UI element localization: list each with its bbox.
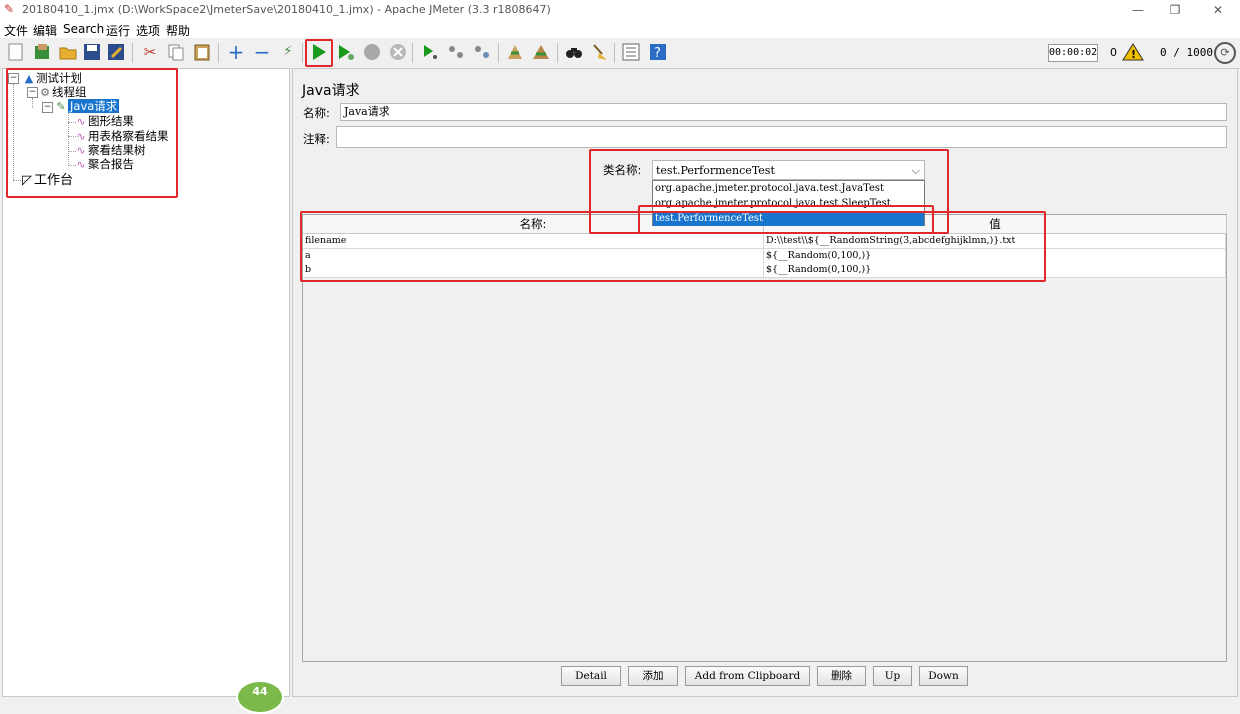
- comment-field[interactable]: [336, 126, 1227, 148]
- minimize-button[interactable]: —: [1123, 1, 1153, 19]
- name-label: 名称:: [303, 106, 330, 120]
- copy-icon[interactable]: [166, 42, 186, 62]
- menu-options[interactable]: 选项: [136, 22, 160, 39]
- toolbar-separator: [614, 43, 615, 63]
- function-helper-icon[interactable]: [621, 42, 641, 62]
- up-button[interactable]: Up: [873, 666, 912, 686]
- detail-button[interactable]: Detail: [561, 666, 621, 686]
- toolbar-separator: [218, 43, 219, 63]
- name-field[interactable]: Java请求: [340, 103, 1227, 121]
- close-button[interactable]: ✕: [1203, 1, 1233, 19]
- stop-icon[interactable]: [362, 42, 382, 62]
- annotation-highlight: [300, 211, 1046, 282]
- save-as-icon[interactable]: [106, 42, 126, 62]
- help-icon[interactable]: ?: [648, 42, 668, 62]
- remote-stop-icon[interactable]: [446, 42, 466, 62]
- reset-search-broom-icon[interactable]: [590, 42, 610, 62]
- annotation-highlight: [6, 68, 178, 198]
- remote-status-icon: ⟳: [1214, 42, 1236, 64]
- toolbar-separator: [302, 43, 303, 63]
- toolbar-separator: [412, 43, 413, 63]
- clear-all-icon[interactable]: [531, 42, 551, 62]
- annotation-highlight: [305, 39, 333, 67]
- down-button[interactable]: Down: [919, 666, 968, 686]
- window-title: 20180410_1.jmx (D:\WorkSpace2\JmeterSave…: [22, 3, 551, 16]
- open-folder-icon[interactable]: [58, 42, 78, 62]
- new-file-icon[interactable]: [6, 42, 26, 62]
- delete-button[interactable]: 删除: [817, 666, 866, 686]
- collapse-icon[interactable]: −: [252, 42, 272, 62]
- templates-icon[interactable]: [32, 42, 52, 62]
- toolbar-separator: [132, 43, 133, 63]
- menu-edit[interactable]: 编辑: [33, 22, 57, 39]
- floating-badge[interactable]: 44: [236, 680, 284, 714]
- add-button[interactable]: 添加: [628, 666, 678, 686]
- page-title: Java请求: [302, 83, 360, 99]
- shutdown-icon[interactable]: [388, 42, 408, 62]
- warning-icon[interactable]: !: [1122, 43, 1144, 61]
- toggle-icon[interactable]: ⚡: [278, 42, 298, 62]
- clear-icon[interactable]: [505, 42, 525, 62]
- jmeter-feather-icon: ✎: [4, 2, 15, 16]
- active-threads: 0 / 1000: [1160, 46, 1213, 59]
- title-bar: ✎ 20180410_1.jmx (D:\WorkSpace2\JmeterSa…: [0, 0, 1240, 20]
- remote-shutdown-icon[interactable]: [472, 42, 492, 62]
- svg-text:!: !: [1131, 48, 1136, 61]
- toolbar-separator: [498, 43, 499, 63]
- comment-label: 注释:: [303, 132, 330, 146]
- elapsed-timer: 00:00:02: [1048, 44, 1098, 62]
- save-icon[interactable]: [82, 42, 102, 62]
- warning-count: 0: [1110, 46, 1117, 59]
- search-binoculars-icon[interactable]: [564, 42, 584, 62]
- add-from-clipboard-button[interactable]: Add from Clipboard: [685, 666, 810, 686]
- menu-search[interactable]: Search: [63, 22, 104, 36]
- expand-icon[interactable]: +: [226, 42, 246, 62]
- menu-file[interactable]: 文件: [4, 22, 28, 39]
- paste-icon[interactable]: [192, 42, 212, 62]
- toolbar-separator: [557, 43, 558, 63]
- cut-icon[interactable]: ✂: [140, 42, 160, 62]
- remote-start-icon[interactable]: [420, 42, 440, 62]
- menu-run[interactable]: 运行: [106, 22, 130, 39]
- menu-help[interactable]: 帮助: [166, 22, 190, 39]
- start-no-timers-icon[interactable]: [336, 42, 356, 62]
- maximize-button[interactable]: ❐: [1160, 1, 1190, 19]
- svg-text:?: ?: [654, 46, 661, 61]
